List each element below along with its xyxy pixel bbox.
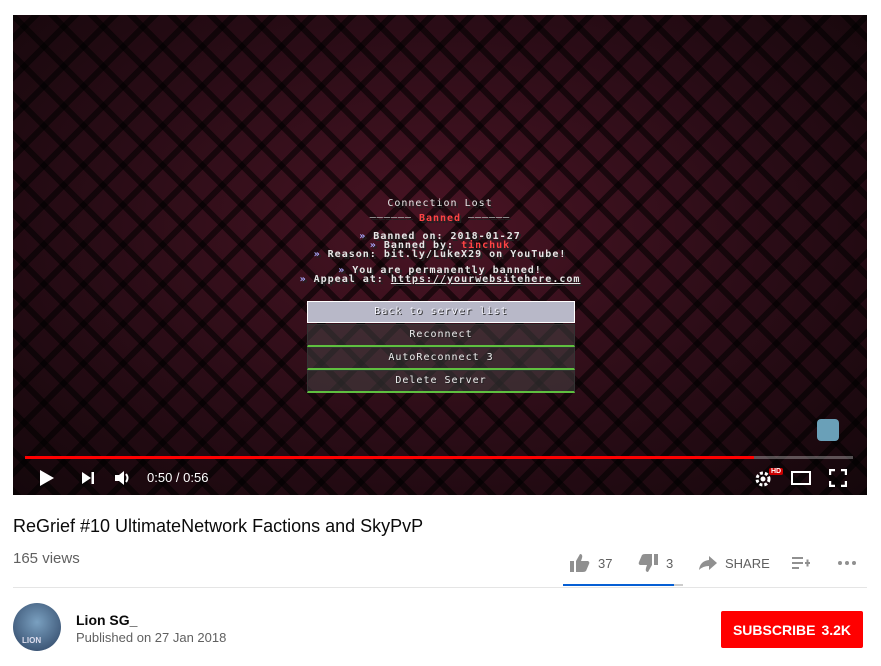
subscribe-label: SUBSCRIBE [732,621,816,638]
more-actions-button[interactable] [838,553,856,573]
like-button[interactable]: 37 [570,553,612,573]
share-label: SHARE [725,555,770,571]
publish-date: Published on 27 Jan 2018 [76,630,227,645]
hd-badge: HD [769,468,784,475]
banned-header: ────── Banned ────── [369,213,511,224]
reconnect-button: Reconnect [307,324,575,347]
progress-played [25,456,754,459]
more-horizontal-icon [838,561,856,565]
like-count: 37 [598,555,613,571]
thumbs-up-icon [570,554,590,572]
playlist-add-icon [792,557,810,569]
progress-bar[interactable] [25,456,853,459]
divider [13,587,867,588]
banned-label: Banned [418,213,462,224]
subscribe-button[interactable]: SUBSCRIBE 3.2K [721,611,863,648]
back-to-server-list-button: Back to server list [307,301,575,323]
channel-watermark-icon[interactable] [817,419,839,441]
view-count: 165 views [13,550,80,567]
subscriber-count: 3.2K [821,621,852,638]
channel-name[interactable]: Lion SG_ [76,612,137,628]
current-time: 0:50 [147,470,173,485]
total-time: 0:56 [183,470,209,485]
fullscreen-icon[interactable] [828,468,848,491]
appeal-line: » Appeal at: https://yourwebsitehere.com [299,274,581,285]
theater-icon[interactable] [791,471,811,489]
dislike-count: 3 [666,555,674,571]
video-title: ReGrief #10 UltimateNetwork Factions and… [13,516,424,536]
share-button[interactable]: SHARE [699,553,770,573]
connection-lost-title: Connection Lost [387,198,493,209]
sentiment-like-portion [563,584,674,586]
sentiment-bar [563,584,683,586]
delete-server-button: Delete Server [307,370,575,393]
volume-icon[interactable] [114,470,132,490]
save-to-playlist-button[interactable] [792,553,810,573]
avatar-lettering: LION [22,636,42,645]
next-icon[interactable] [81,471,95,489]
share-icon [699,556,717,570]
video-player[interactable]: Connection Lost ────── Banned ────── » B… [13,15,867,495]
ban-reason-line: » Reason: bit.ly/LukeX29 on YouTube! [313,249,567,260]
dislike-button[interactable]: 3 [638,553,673,573]
player-controls: 0:50 / 0:56 HD [13,463,867,495]
thumbs-down-icon [638,554,658,572]
time-display: 0:50 / 0:56 [147,470,209,485]
autoreconnect-button: AutoReconnect 3 [307,347,575,370]
play-icon[interactable] [39,469,55,491]
